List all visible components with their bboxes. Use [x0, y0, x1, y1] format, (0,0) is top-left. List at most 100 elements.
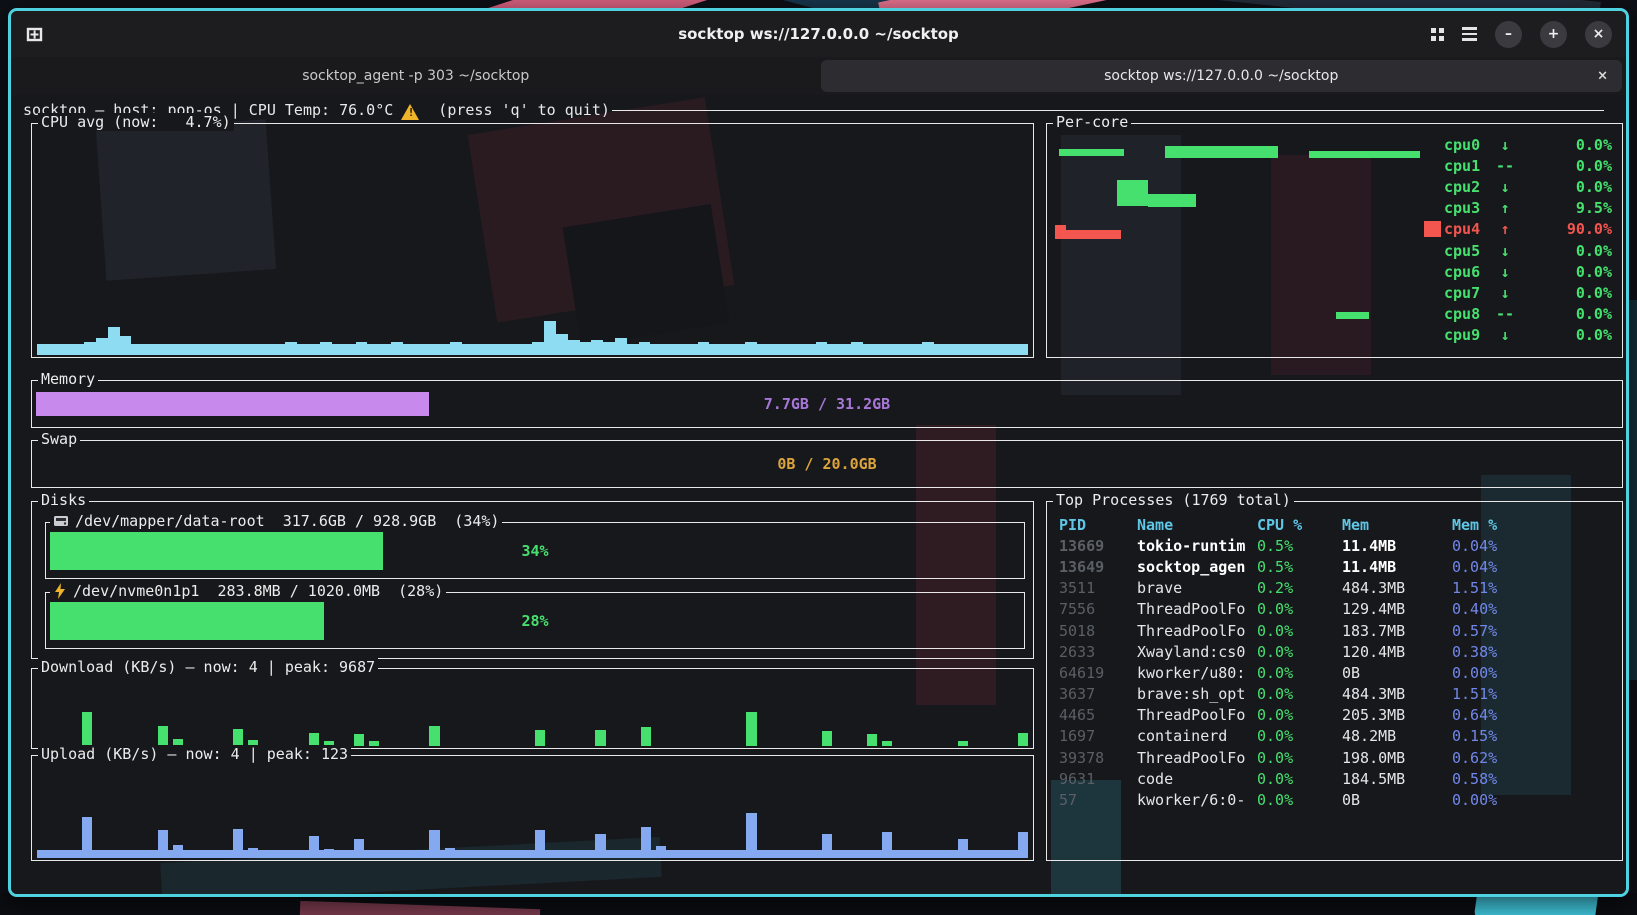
- core-spark-segment: [1336, 312, 1369, 319]
- core-spark-segment: [1309, 151, 1420, 158]
- process-row: 4465ThreadPoolFo0.0%205.3MB0.64%: [1059, 705, 1616, 726]
- core-trend-icon: ↓: [1492, 326, 1518, 344]
- top-processes-panel: Top Processes (1769 total) PID Name CPU …: [1046, 501, 1623, 861]
- memory-title: Memory: [38, 370, 98, 388]
- download-panel: Download (KB/s) — now: 4 | peak: 9687: [31, 668, 1034, 749]
- process-cpu: 0.0%: [1257, 664, 1342, 682]
- core-value: 0.0%: [1518, 284, 1612, 302]
- upload-panel: Upload (KB/s) — now: 4 | peak: 123: [31, 755, 1034, 861]
- memory-panel: Memory 7.7GB / 31.2GB: [31, 380, 1623, 428]
- tab-label: socktop_agent -p 303 ~/socktop: [302, 68, 529, 84]
- core-row-cpu3: cpu3↑9.5%: [1424, 198, 1612, 219]
- close-button[interactable]: ×: [1585, 21, 1612, 48]
- app-header: socktop — host: pop-os | CPU Temp: 76.0°…: [23, 101, 1604, 119]
- core-spark-segment: [1117, 180, 1148, 206]
- terminal-window: socktop ws://127.0.0.0 ~/socktop – + × s…: [8, 8, 1629, 897]
- disk-percent: 28%: [46, 612, 1024, 630]
- core-name: cpu4: [1444, 220, 1492, 238]
- wallpaper-shape: [300, 901, 540, 915]
- process-memp: 0.15%: [1452, 727, 1616, 745]
- process-pid: 9631: [1059, 770, 1137, 788]
- tab-label: socktop ws://127.0.0.0 ~/socktop: [1104, 68, 1338, 84]
- core-spark-segment: [1059, 149, 1125, 156]
- process-cpu: 0.5%: [1257, 558, 1342, 576]
- process-row: 13669tokio-runtim0.5%11.4MB0.04%: [1059, 535, 1616, 556]
- process-memp: 1.51%: [1452, 579, 1616, 597]
- process-mem: 198.0MB: [1342, 749, 1452, 767]
- core-value: 0.0%: [1518, 242, 1612, 260]
- col-pid: PID: [1059, 516, 1137, 534]
- process-cpu: 0.0%: [1257, 643, 1342, 661]
- process-cpu: 0.0%: [1257, 770, 1342, 788]
- window-title: socktop ws://127.0.0.0 ~/socktop: [11, 25, 1626, 43]
- core-trend-icon: ↓: [1492, 136, 1518, 154]
- disks-panel: Disks /dev/mapper/data-root 317.6GB / 92…: [31, 501, 1034, 659]
- tab-socktop-client[interactable]: socktop ws://127.0.0.0 ~/socktop ×: [821, 60, 1623, 92]
- process-row: 39378ThreadPoolFo0.0%198.0MB0.62%: [1059, 747, 1616, 768]
- process-memp: 0.57%: [1452, 622, 1616, 640]
- process-row: 13649socktop_agen0.5%11.4MB0.04%: [1059, 556, 1616, 577]
- process-table: PID Name CPU % Mem Mem % 13669tokio-runt…: [1059, 514, 1616, 811]
- process-mem: 48.2MB: [1342, 727, 1452, 745]
- tab-bar: socktop_agent -p 303 ~/socktop socktop w…: [11, 57, 1626, 95]
- menu-icon[interactable]: [1462, 27, 1477, 41]
- core-value: 0.0%: [1518, 157, 1612, 175]
- disk-title: /dev/mapper/data-root 317.6GB / 928.9GB …: [50, 512, 502, 530]
- core-trend-icon: ↓: [1492, 178, 1518, 196]
- process-cpu: 0.2%: [1257, 579, 1342, 597]
- process-cpu: 0.5%: [1257, 537, 1342, 555]
- process-cpu: 0.0%: [1257, 749, 1342, 767]
- process-pid: 39378: [1059, 749, 1137, 767]
- process-memp: 0.00%: [1452, 664, 1616, 682]
- process-row: 57kworker/6:0-0.0%0B0.00%: [1059, 789, 1616, 810]
- col-name: Name: [1137, 516, 1257, 534]
- disk-label: /dev/nvme0n1p1 283.8MB / 1020.0MB (28%): [73, 582, 443, 600]
- process-name: kworker/u80:: [1137, 664, 1257, 682]
- process-memp: 0.00%: [1452, 791, 1616, 809]
- tab-socktop-agent[interactable]: socktop_agent -p 303 ~/socktop: [15, 60, 817, 92]
- core-name: cpu5: [1444, 242, 1492, 260]
- process-row: 2633Xwayland:cs00.0%120.4MB0.38%: [1059, 641, 1616, 662]
- process-mem: 484.3MB: [1342, 579, 1452, 597]
- core-value: 90.0%: [1518, 220, 1612, 238]
- core-spark-segment: [1148, 194, 1195, 207]
- core-value: 0.0%: [1518, 178, 1612, 196]
- col-mem: Mem: [1342, 516, 1452, 534]
- new-tab-icon[interactable]: [25, 24, 45, 44]
- core-trend-icon: --: [1492, 305, 1518, 323]
- core-row-cpu0: cpu0↓0.0%: [1424, 134, 1612, 155]
- core-spark-segment: [1066, 230, 1121, 239]
- core-value: 0.0%: [1518, 326, 1612, 344]
- core-trend-icon: ↑: [1492, 220, 1518, 238]
- process-name: kworker/6:0-: [1137, 791, 1257, 809]
- disks-title: Disks: [38, 491, 89, 509]
- process-name: code: [1137, 770, 1257, 788]
- core-name: cpu1: [1444, 157, 1492, 175]
- col-memp: Mem %: [1452, 516, 1616, 534]
- download-histogram: [37, 685, 1028, 746]
- process-row: 9631code0.0%184.5MB0.58%: [1059, 768, 1616, 789]
- cpu-avg-panel: CPU avg (now: 4.7%): [31, 123, 1034, 358]
- warning-icon: [401, 104, 419, 120]
- core-row-cpu4: cpu4↑90.0%: [1424, 219, 1612, 240]
- process-mem: 0B: [1342, 791, 1452, 809]
- core-row-cpu7: cpu7↓0.0%: [1424, 282, 1612, 303]
- core-name: cpu0: [1444, 136, 1492, 154]
- process-row: 1697containerd0.0%48.2MB0.15%: [1059, 726, 1616, 747]
- disk-item-data-root: /dev/mapper/data-root 317.6GB / 928.9GB …: [45, 522, 1025, 579]
- core-trend-icon: ↓: [1492, 242, 1518, 260]
- disk-title: /dev/nvme0n1p1 283.8MB / 1020.0MB (28%): [50, 582, 446, 600]
- process-cpu: 0.0%: [1257, 727, 1342, 745]
- header-rule: [612, 110, 1604, 111]
- tab-close-icon[interactable]: ×: [1597, 69, 1608, 84]
- process-memp: 0.64%: [1452, 706, 1616, 724]
- core-value: 9.5%: [1518, 199, 1612, 217]
- minimize-button[interactable]: –: [1495, 21, 1522, 48]
- per-core-panel: Per-core cpu0↓0.0%cpu1--0.0%cpu2↓0.0%cpu…: [1046, 123, 1623, 358]
- process-name: brave: [1137, 579, 1257, 597]
- cpu-avg-histogram: [37, 140, 1028, 355]
- process-name: ThreadPoolFo: [1137, 749, 1257, 767]
- core-name: cpu6: [1444, 263, 1492, 281]
- maximize-button[interactable]: +: [1540, 21, 1567, 48]
- workspace-grid-icon[interactable]: [1431, 28, 1444, 41]
